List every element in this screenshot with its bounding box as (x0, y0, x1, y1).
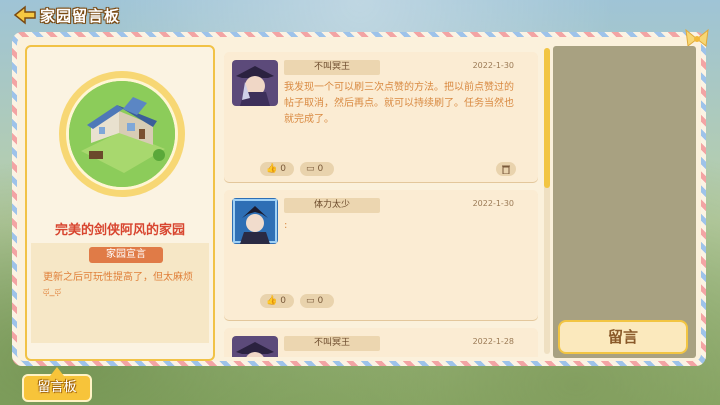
house-icon (69, 81, 175, 187)
like-count: 0 (280, 164, 286, 174)
comment-icon: ▭ (306, 296, 315, 306)
author-name: 不叫冥王 (284, 60, 380, 75)
home-declaration: 家园宣言 更新之后可玩性提高了，但太麻烦ಥ_ಥ (31, 243, 209, 343)
message-text: 我发现一个可以刷三次点赞的方法。把以前点赞过的帖子取消，然后再点。就可以持续刷了… (284, 82, 514, 125)
comment-button[interactable]: ▭ 0 (300, 162, 334, 176)
home-badge (59, 71, 185, 197)
comment-button[interactable]: ▭ 0 (300, 294, 334, 308)
tab-label: 留言板 (37, 380, 77, 395)
message-scrollbar[interactable] (544, 48, 550, 354)
thumbs-up-icon: 👍 (266, 164, 278, 174)
compose-panel (553, 46, 696, 358)
author-name: 体力太少 (284, 198, 380, 213)
like-button[interactable]: 👍 0 (260, 294, 294, 308)
home-info-panel: 完美的剑侠阿风的家园 家园宣言 更新之后可玩性提高了，但太麻烦ಥ_ಥ (25, 45, 215, 361)
thumbs-up-icon: 👍 (266, 296, 278, 306)
tab-pointer-icon (50, 367, 64, 376)
message-card: 不叫冥王 2022-1-28 (224, 328, 538, 357)
declaration-text: 更新之后可玩性提高了，但太麻烦ಥ_ಥ (43, 272, 193, 297)
home-owner-title: 完美的剑侠阿风的家园 (27, 219, 213, 238)
like-count: 0 (280, 296, 286, 306)
owner-suffix: 的家园 (146, 223, 186, 238)
page-title: 家园留言板 (40, 6, 121, 25)
scroll-thumb[interactable] (544, 48, 550, 188)
delete-button[interactable] (496, 162, 516, 176)
message-date: 2022-1-28 (472, 337, 514, 346)
avatar[interactable] (232, 198, 278, 244)
message-text: : (284, 220, 288, 231)
like-button[interactable]: 👍 0 (260, 162, 294, 176)
comment-icon: ▭ (306, 164, 315, 174)
message-card: 体力太少 2022-1-30 : 👍 0 ▭ 0 (224, 190, 538, 320)
trash-icon (502, 165, 510, 174)
comment-count: 0 (317, 164, 324, 174)
author-name: 不叫冥王 (284, 336, 380, 351)
avatar-image (232, 60, 278, 106)
top-bar: 家园留言板 (0, 0, 180, 30)
message-date: 2022-1-30 (472, 199, 514, 208)
avatar[interactable] (232, 60, 278, 106)
back-arrow-icon (13, 5, 36, 25)
message-list[interactable]: 不叫冥王 2022-1-30 我发现一个可以刷三次点赞的方法。把以前点赞过的帖子… (222, 47, 544, 357)
declaration-heading: 家园宣言 (89, 247, 163, 263)
back-button[interactable] (10, 2, 40, 28)
message-card: 不叫冥王 2022-1-30 我发现一个可以刷三次点赞的方法。把以前点赞过的帖子… (224, 52, 538, 182)
message-date: 2022-1-30 (472, 61, 514, 70)
comment-count: 0 (317, 296, 324, 306)
tab-message-board[interactable]: 留言板 (22, 367, 92, 402)
leave-message-button[interactable]: 留言 (558, 320, 688, 354)
owner-name: 完美的剑侠阿风 (54, 223, 146, 238)
avatar[interactable] (232, 336, 278, 357)
avatar-image (232, 198, 278, 244)
avatar-image (232, 336, 278, 357)
